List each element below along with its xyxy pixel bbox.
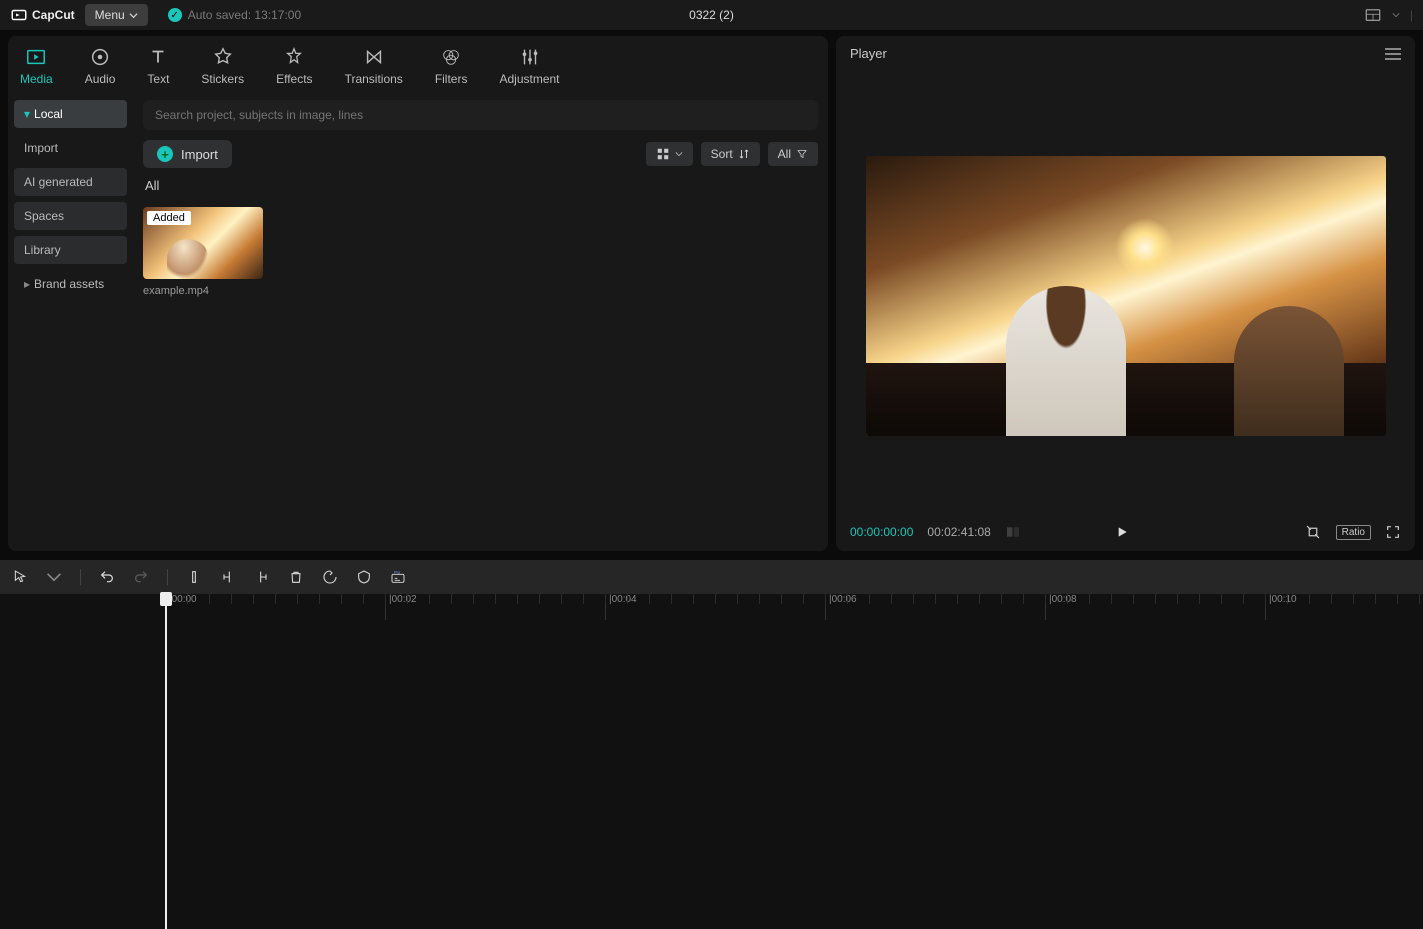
chevron-down-icon: [1392, 11, 1400, 19]
sidenav-label: AI generated: [24, 175, 93, 189]
app-name: CapCut: [32, 8, 75, 22]
filter-icon: [796, 148, 808, 160]
sort-button[interactable]: Sort: [701, 142, 760, 166]
titlebar: CapCut Menu ✓ Auto saved: 13:17:00 0322 …: [0, 0, 1423, 30]
sort-icon: [738, 148, 750, 160]
trim-right-tool[interactable]: [254, 569, 270, 585]
layout-button[interactable]: [1364, 6, 1382, 24]
sidenav-label: Import: [24, 141, 58, 155]
player-menu-button[interactable]: [1385, 48, 1401, 60]
split-tool[interactable]: [186, 569, 202, 585]
tab-media[interactable]: Media: [14, 42, 59, 90]
svg-text:Pro: Pro: [394, 570, 401, 575]
tab-effects[interactable]: Effects: [270, 42, 318, 90]
player-preview[interactable]: [866, 156, 1386, 436]
tab-audio[interactable]: Audio: [79, 42, 122, 90]
tab-adjustment[interactable]: Adjustment: [493, 42, 565, 90]
player-panel: Player 00:00:00:00 00:02:41:08 Ratio: [836, 36, 1415, 551]
ruler-tick: |00:02: [385, 594, 417, 620]
ruler-tick: |00:06: [825, 594, 857, 620]
tab-label: Transitions: [345, 72, 403, 86]
sidenav-label: Local: [34, 107, 63, 121]
auto-captions-tool[interactable]: Pro: [390, 569, 406, 585]
timecode-current: 00:00:00:00: [850, 525, 913, 539]
sidenav-import[interactable]: Import: [14, 134, 127, 162]
library-tabs: Media Audio Text Stickers Effects Transi…: [8, 36, 828, 90]
chevron-down-icon: [129, 11, 138, 20]
sidenav-spaces[interactable]: Spaces: [14, 202, 127, 230]
tab-label: Effects: [276, 72, 312, 86]
tab-label: Stickers: [201, 72, 244, 86]
undo-button[interactable]: [99, 569, 115, 585]
timeline-panel: Pro |00:00 |00:02 |00:04 |00:06 |00:08 |…: [0, 560, 1423, 929]
compare-button[interactable]: [1005, 524, 1021, 540]
timecode-duration: 00:02:41:08: [927, 525, 990, 539]
ratio-button[interactable]: Ratio: [1336, 525, 1371, 540]
tab-label: Adjustment: [499, 72, 559, 86]
player-controls: 00:00:00:00 00:02:41:08 Ratio: [836, 513, 1415, 551]
media-thumbnail[interactable]: Added: [143, 207, 263, 279]
redo-button[interactable]: [133, 569, 149, 585]
import-button[interactable]: + Import: [143, 140, 232, 168]
tab-label: Filters: [435, 72, 468, 86]
sidenav-label: Spaces: [24, 209, 64, 223]
delete-tool[interactable]: [288, 569, 304, 585]
hamburger-icon: [1385, 48, 1401, 60]
fullscreen-button[interactable]: [1385, 524, 1401, 540]
autosave-text: Auto saved: 13:17:00: [188, 8, 301, 22]
sidenav-label: Brand assets: [34, 277, 104, 291]
grid-icon: [656, 147, 670, 161]
media-library-panel: Media Audio Text Stickers Effects Transi…: [8, 36, 828, 551]
tab-filters[interactable]: Filters: [429, 42, 474, 90]
sidenav-brand[interactable]: ▸Brand assets: [14, 270, 127, 298]
crop-button[interactable]: [1304, 523, 1322, 541]
filter-all-button[interactable]: All: [768, 142, 818, 166]
play-button[interactable]: [1114, 524, 1130, 540]
tab-label: Media: [20, 72, 53, 86]
tab-text[interactable]: Text: [141, 42, 175, 90]
sidenav-local[interactable]: ▾Local: [14, 100, 127, 128]
tab-transitions[interactable]: Transitions: [339, 42, 409, 90]
menu-button[interactable]: Menu: [85, 4, 148, 26]
added-badge: Added: [147, 211, 191, 225]
media-card[interactable]: Added example.mp4: [143, 207, 263, 297]
project-title[interactable]: 0322 (2): [689, 8, 734, 22]
capcut-icon: [10, 6, 28, 24]
check-icon: ✓: [168, 8, 182, 22]
search-input[interactable]: [143, 100, 818, 130]
trim-left-tool[interactable]: [220, 569, 236, 585]
media-section-label: All: [143, 178, 818, 193]
app-logo: CapCut: [10, 6, 75, 24]
player-title: Player: [850, 46, 887, 61]
reverse-tool[interactable]: [322, 569, 338, 585]
import-label: Import: [181, 147, 218, 162]
timeline-ruler[interactable]: |00:00 |00:02 |00:04 |00:06 |00:08 |00:1…: [165, 594, 1423, 620]
sidenav-library[interactable]: Library: [14, 236, 127, 264]
chevron-down-icon: [675, 150, 683, 158]
chevron-down-icon: [46, 569, 62, 585]
grid-view-button[interactable]: [646, 142, 693, 166]
timeline-toolbar: Pro: [0, 560, 1423, 594]
tab-label: Audio: [85, 72, 116, 86]
autosave-status: ✓ Auto saved: 13:17:00: [168, 8, 301, 22]
playhead[interactable]: [165, 594, 167, 929]
select-tool[interactable]: [12, 569, 28, 585]
tab-label: Text: [147, 72, 169, 86]
sidenav-label: Library: [24, 243, 61, 257]
media-filename: example.mp4: [143, 285, 263, 297]
ruler-tick: |00:08: [1045, 594, 1077, 620]
plus-icon: +: [157, 146, 173, 162]
sidenav-ai[interactable]: AI generated: [14, 168, 127, 196]
menu-label: Menu: [95, 8, 125, 22]
library-sidenav: ▾Local Import AI generated Spaces Librar…: [8, 90, 133, 551]
filter-label: All: [778, 147, 791, 161]
sort-label: Sort: [711, 147, 733, 161]
ruler-tick: |00:04: [605, 594, 637, 620]
ruler-tick: |00:10: [1265, 594, 1297, 620]
tab-stickers[interactable]: Stickers: [195, 42, 250, 90]
mask-tool[interactable]: [356, 569, 372, 585]
